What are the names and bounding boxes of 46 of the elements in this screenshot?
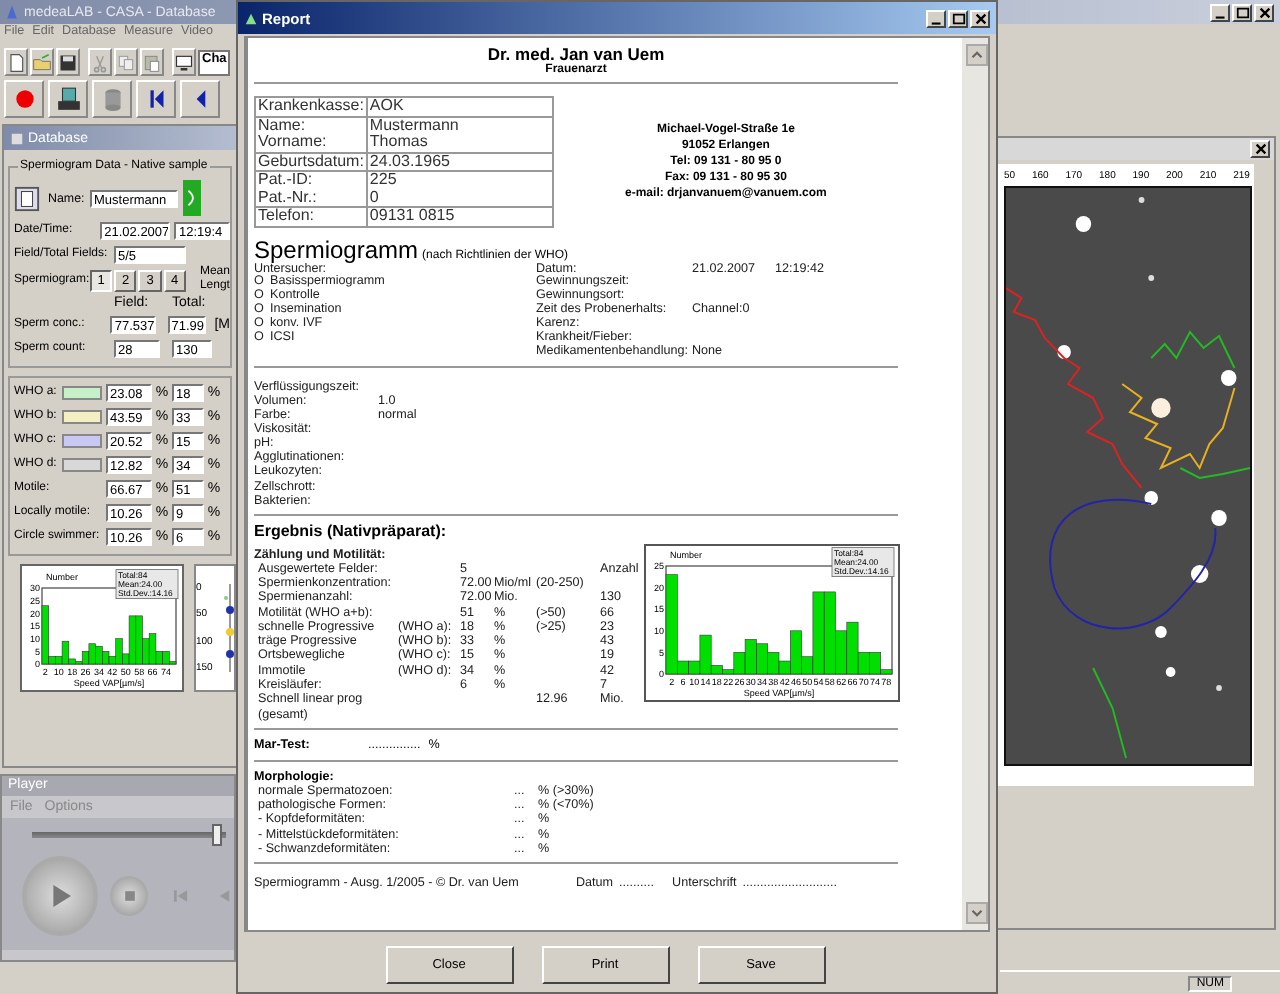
minimize-button[interactable] bbox=[1210, 3, 1230, 21]
app-icon bbox=[4, 4, 20, 20]
scroll-down-icon[interactable] bbox=[966, 902, 988, 924]
table-cell: Geburtsdatum: bbox=[255, 152, 367, 171]
legend-background bbox=[115, 569, 179, 599]
table-cell: Krankenkasse: bbox=[255, 97, 367, 116]
maximize-button[interactable] bbox=[1232, 3, 1252, 21]
minimize-button[interactable] bbox=[926, 9, 946, 27]
close-icon bbox=[973, 11, 987, 25]
table-cell: 09131 0815 bbox=[366, 207, 553, 226]
play-button[interactable] bbox=[22, 856, 99, 936]
copy-icon[interactable] bbox=[114, 48, 138, 76]
monitor-icon[interactable] bbox=[172, 48, 196, 76]
close-button[interactable] bbox=[1250, 140, 1270, 158]
maximize-icon bbox=[1235, 5, 1249, 19]
section-heading: Ergebnis (Nativpräparat): bbox=[254, 521, 449, 540]
open-folder-icon[interactable] bbox=[30, 48, 54, 76]
section-title: Spermiogramm bbox=[254, 235, 419, 263]
new-file-icon[interactable] bbox=[4, 48, 28, 76]
close-icon bbox=[1257, 5, 1271, 19]
legend-background bbox=[831, 546, 895, 577]
table-cell: Telefon: bbox=[255, 207, 367, 226]
close-button[interactable] bbox=[970, 9, 990, 27]
slider-thumb[interactable] bbox=[212, 824, 223, 846]
table-cell: 225 0 bbox=[366, 171, 553, 207]
window-icon bbox=[10, 131, 24, 145]
arrow-button-icon[interactable] bbox=[182, 180, 202, 216]
close-button[interactable] bbox=[1254, 3, 1274, 21]
maximize-icon bbox=[951, 11, 965, 25]
maximize-button[interactable] bbox=[948, 9, 968, 27]
scroll-up-icon[interactable] bbox=[966, 44, 988, 66]
doctor-name: Dr. med. Jan van Uem bbox=[485, 44, 667, 64]
close-icon bbox=[1253, 142, 1267, 156]
vertical-scrollbar[interactable] bbox=[962, 38, 988, 930]
window-icon bbox=[244, 11, 258, 25]
document-icon bbox=[14, 185, 40, 211]
table-cell: Mustermann Thomas bbox=[366, 116, 553, 152]
back-icon[interactable] bbox=[180, 80, 220, 118]
record-icon[interactable] bbox=[4, 80, 44, 118]
table-cell: Name: Vorname: bbox=[255, 116, 367, 152]
device-icon[interactable] bbox=[48, 80, 88, 118]
table-cell: 24.03.1965 bbox=[366, 152, 553, 171]
skip-back-icon[interactable] bbox=[136, 80, 176, 118]
table-cell: Pat.-ID: Pat.-Nr.: bbox=[255, 171, 367, 207]
save-icon[interactable] bbox=[56, 48, 80, 76]
table-cell: AOK bbox=[366, 97, 553, 116]
